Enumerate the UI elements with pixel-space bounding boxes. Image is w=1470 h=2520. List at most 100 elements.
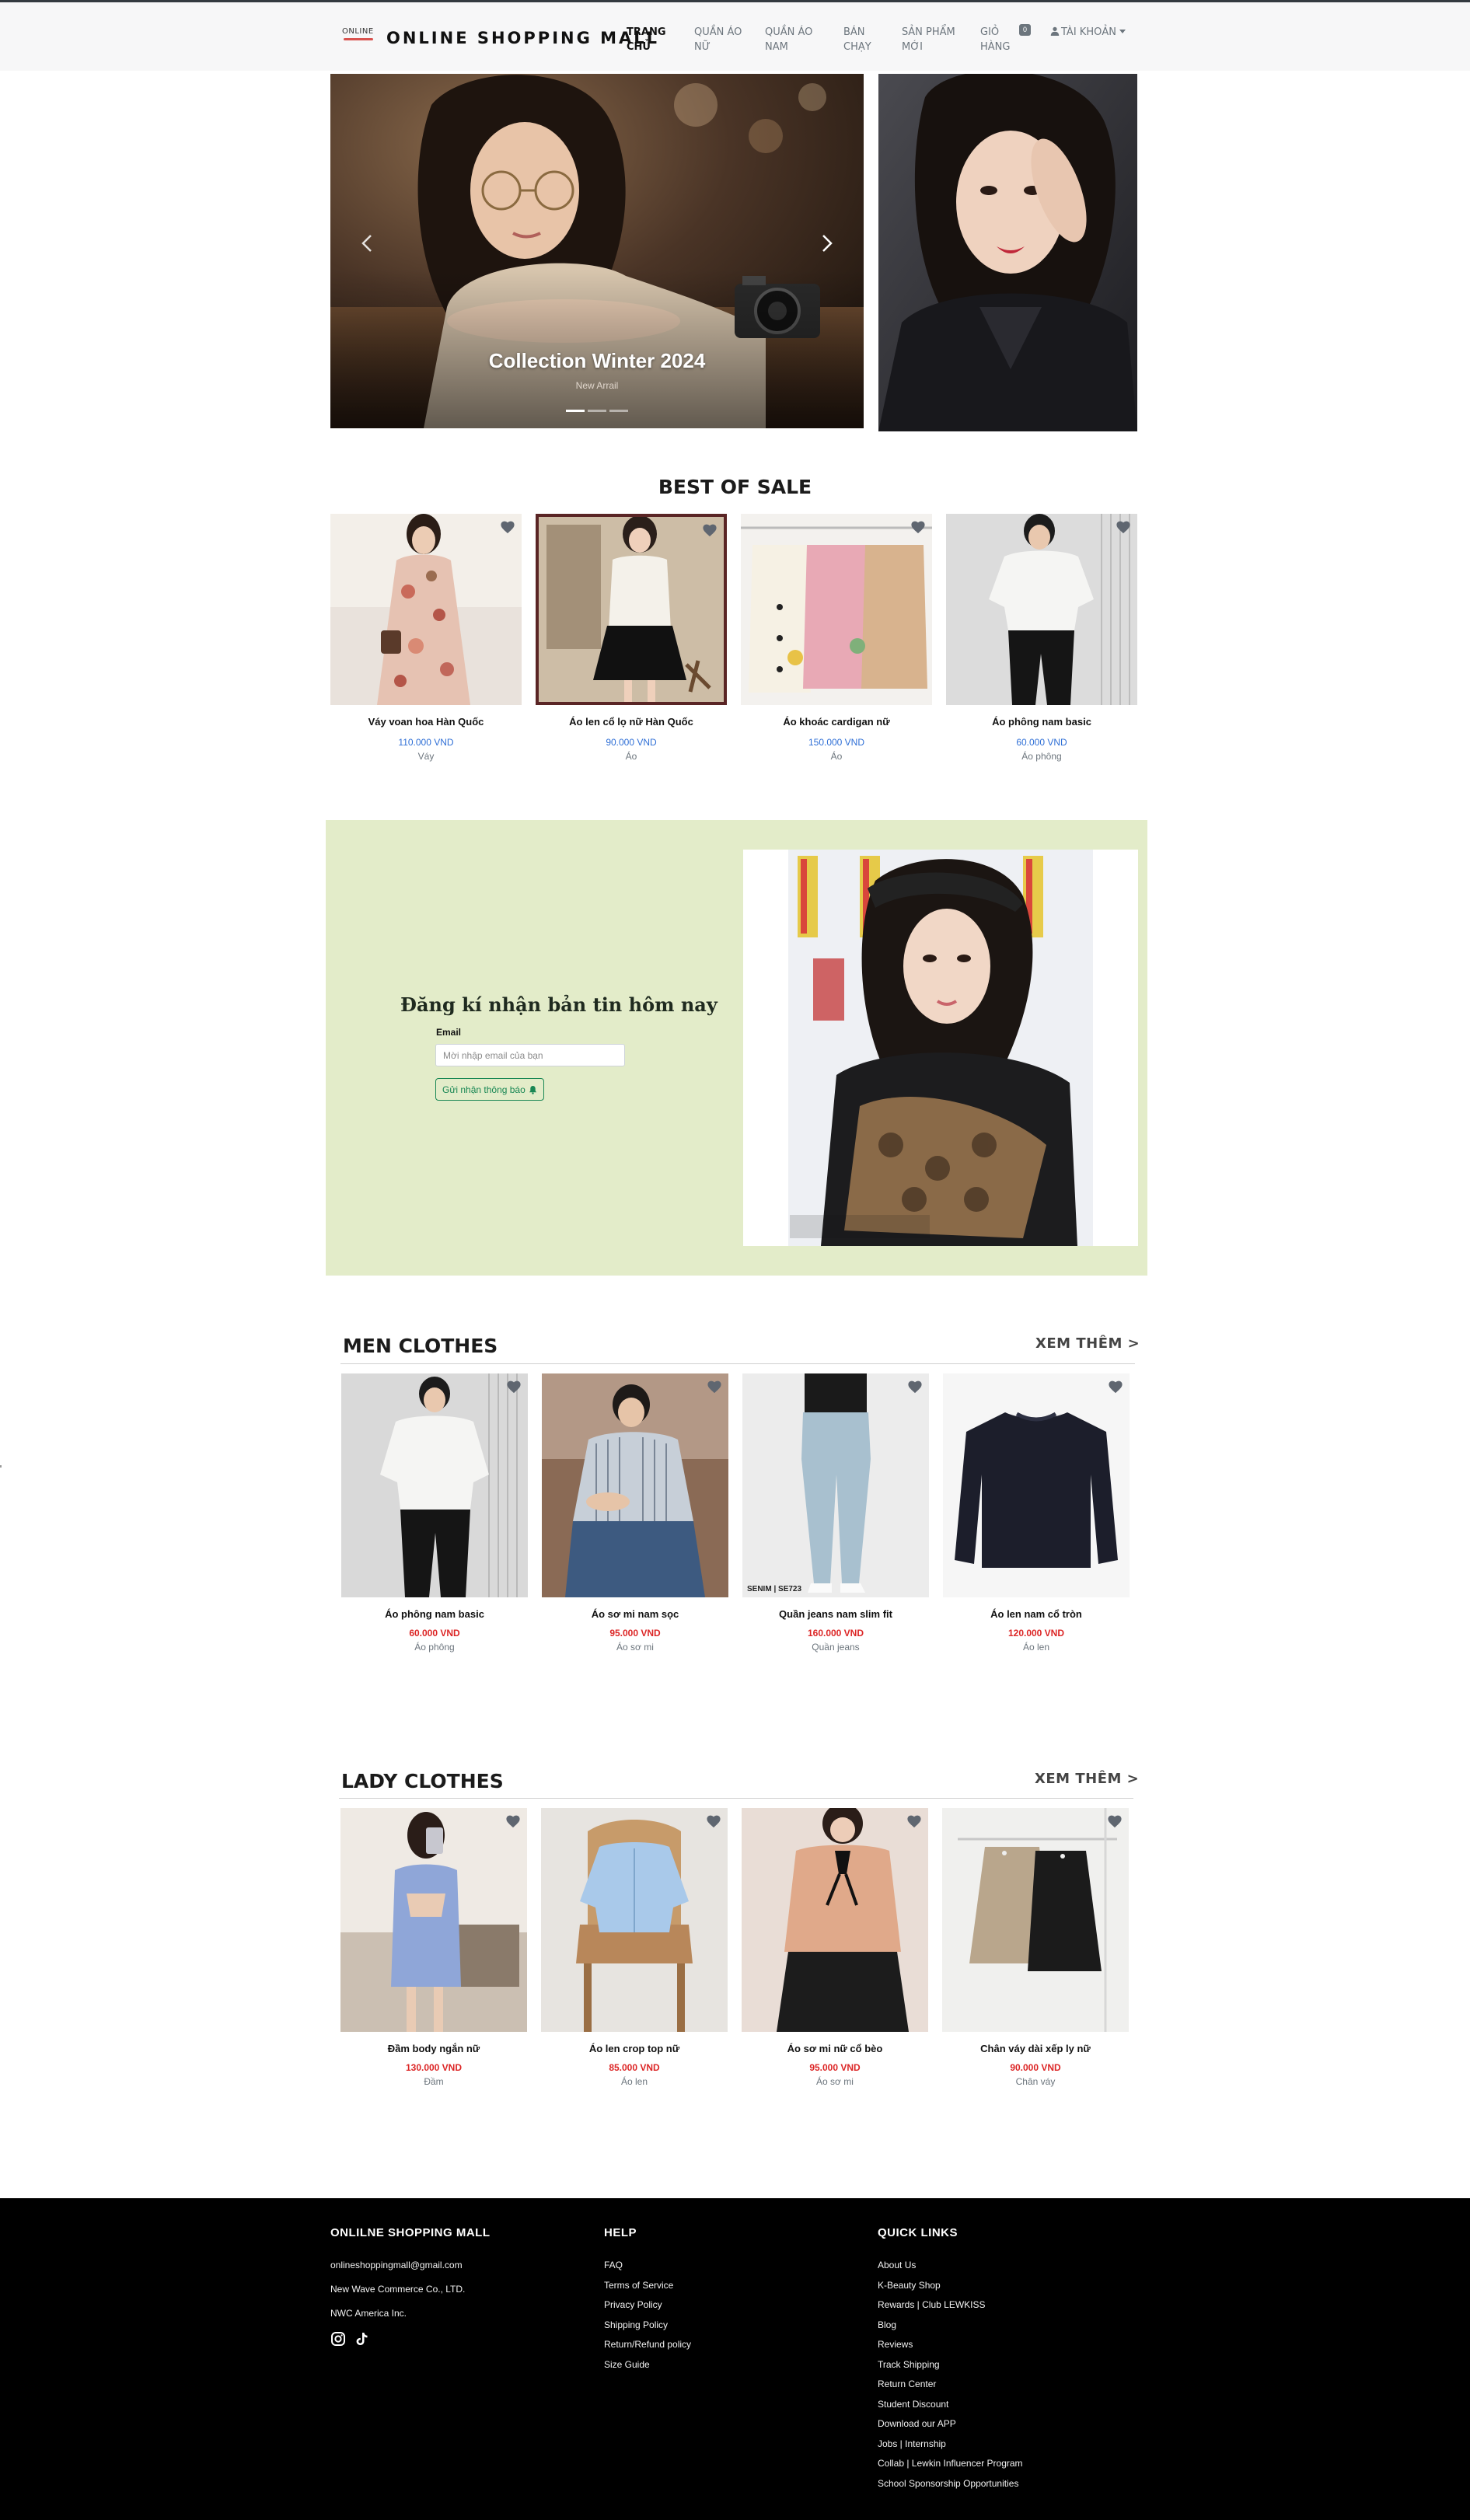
product-image[interactable] [742,1808,928,2032]
product-card[interactable]: Áo phông nam basic 60.000 VND Áo phông [946,514,1137,762]
heart-icon[interactable] [506,1380,522,1394]
footer-quick-link[interactable]: Student Discount [878,2398,1023,2410]
product-card[interactable]: Đầm body ngắn nữ 130.000 VND Đầm [340,1808,527,2087]
product-name[interactable]: Chân váy dài xếp ly nữ [942,2043,1129,2054]
footer-col-company: ONLILNE SHOPPING MALL onlineshoppingmall… [330,2226,491,2347]
product-name[interactable]: Áo phông nam basic [341,1608,528,1620]
carousel-next-button[interactable] [811,228,842,259]
footer-email[interactable]: onlineshoppingmall@gmail.com [330,2259,491,2271]
product-image[interactable]: SENIM | SE723 [742,1373,929,1597]
product-card[interactable]: Áo phông nam basic 60.000 VND Áo phông [341,1373,528,1653]
footer-quick-link[interactable]: Reviews [878,2338,1023,2351]
product-name[interactable]: Áo khoác cardigan nữ [741,716,932,728]
footer-link-return[interactable]: Return/Refund policy [604,2338,691,2351]
carousel-prev-button[interactable] [352,228,383,259]
footer-quick-link[interactable]: School Sponsorship Opportunities [878,2477,1023,2490]
product-image[interactable] [741,514,932,705]
product-name[interactable]: Áo sơ mi nam sọc [542,1608,728,1620]
bell-icon [529,1085,536,1094]
footer-link-shipping[interactable]: Shipping Policy [604,2319,691,2331]
carousel-indicator-1[interactable] [566,410,585,412]
footer-quick-link[interactable]: Collab | Lewkin Influencer Program [878,2457,1023,2469]
footer-quick-link[interactable]: Download our APP [878,2417,1023,2430]
product-category: Chân váy [1015,2076,1056,2087]
footer-quick-link[interactable]: Track Shipping [878,2358,1023,2371]
product-name[interactable]: Quần jeans nam slim fit [742,1608,929,1620]
product-card[interactable]: Áo len crop top nữ 85.000 VND Áo len [541,1808,728,2087]
hero-side-image [878,74,1137,431]
product-card[interactable]: Áo len nam cổ tròn 120.000 VND Áo len [943,1373,1130,1653]
email-field[interactable] [435,1044,625,1066]
product-photo [541,1808,728,2032]
heart-icon[interactable] [500,520,515,534]
carousel-indicator-3[interactable] [609,410,628,412]
footer-link-privacy[interactable]: Privacy Policy [604,2298,691,2311]
nav-link-home[interactable]: TRANG CHỦ [627,25,686,54]
product-image[interactable] [541,1808,728,2032]
footer-quick-link[interactable]: About Us [878,2259,1023,2271]
product-photo [330,514,522,705]
product-image[interactable] [330,514,522,705]
instagram-icon[interactable] [330,2331,346,2347]
product-name[interactable]: Áo phông nam basic [946,716,1137,728]
footer-link-terms[interactable]: Terms of Service [604,2279,691,2291]
product-name[interactable]: Váy voan hoa Hàn Quốc [330,716,522,728]
footer-link-faq[interactable]: FAQ [604,2259,691,2271]
product-name[interactable]: Áo sơ mi nữ cổ bèo [742,2043,928,2054]
tiktok-icon[interactable] [354,2331,369,2347]
nav-link-men[interactable]: QUẦN ÁO NAM [765,25,824,54]
footer-link-size-guide[interactable]: Size Guide [604,2358,691,2371]
account-dropdown[interactable]: TÀI KHOẢN [1050,26,1126,38]
product-image[interactable] [942,1808,1129,2032]
subscribe-button[interactable]: Gửi nhận thông báo [435,1078,544,1101]
product-card[interactable]: Áo sơ mi nữ cổ bèo 95.000 VND Áo sơ mi [742,1808,928,2087]
product-card[interactable]: Áo sơ mi nam sọc 95.000 VND Áo sơ mi [542,1373,728,1653]
heart-icon[interactable] [505,1814,521,1828]
heart-icon[interactable] [907,1380,923,1394]
product-name[interactable]: Áo len crop top nữ [541,2043,728,2054]
product-image[interactable] [341,1373,528,1597]
product-card[interactable]: Áo len cổ lọ nữ Hàn Quốc 90.000 VND Áo [536,514,727,762]
product-name[interactable]: Đầm body ngắn nữ [340,2043,527,2054]
nav-link-best-seller[interactable]: BÁN CHẠY [843,25,882,54]
heart-icon[interactable] [1116,520,1131,534]
product-photo [946,514,1137,705]
footer-quick-link[interactable]: Rewards | Club LEWKISS [878,2298,1023,2311]
heart-icon[interactable] [1107,1814,1123,1828]
hero-carousel[interactable]: Collection Winter 2024 New Arrail [330,74,864,428]
product-image[interactable] [946,514,1137,705]
brand-name[interactable]: ONLINE SHOPPING MALL [386,29,659,47]
user-icon [1050,26,1060,36]
men-see-more-link[interactable]: XEM THÊM > [1035,1335,1140,1352]
heart-icon[interactable] [910,520,926,534]
product-image[interactable] [542,1373,728,1597]
product-card[interactable]: Áo khoác cardigan nữ 150.000 VND Áo [741,514,932,762]
footer-quick-link[interactable]: Blog [878,2319,1023,2331]
carousel-indicator-2[interactable] [588,410,606,412]
product-card[interactable]: Váy voan hoa Hàn Quốc 110.000 VND Váy [330,514,522,762]
hero-side-banner[interactable] [878,74,1137,431]
product-price: 160.000 VND [807,1628,864,1639]
nav-link-cart[interactable]: GIỎ HÀNG [980,25,1018,54]
footer-quick-link[interactable]: Jobs | Internship [878,2438,1023,2450]
footer-quick-link[interactable]: Return Center [878,2378,1023,2390]
nav-link-new-products[interactable]: SẢN PHẨM MỚI [902,25,961,54]
lady-section-divider [339,1798,1133,1799]
footer-quick-link[interactable]: K-Beauty Shop [878,2279,1023,2291]
product-name[interactable]: Áo len cổ lọ nữ Hàn Quốc [536,716,727,728]
heart-icon[interactable] [1108,1380,1123,1394]
product-card[interactable]: SENIM | SE723 Quần jeans nam slim fit 16… [742,1373,929,1653]
heart-icon[interactable] [702,523,718,537]
hero-caption-subtitle: New Arrail [575,380,619,391]
product-card[interactable]: Chân váy dài xếp ly nữ 90.000 VND Chân v… [942,1808,1129,2087]
heart-icon[interactable] [906,1814,922,1828]
brand-logo[interactable]: ONLINE [342,23,375,47]
product-name[interactable]: Áo len nam cổ tròn [943,1608,1130,1620]
product-image[interactable] [536,514,727,705]
product-image[interactable] [943,1373,1130,1597]
heart-icon[interactable] [707,1380,722,1394]
heart-icon[interactable] [706,1814,721,1828]
lady-see-more-link[interactable]: XEM THÊM > [1035,1771,1139,1787]
product-image[interactable] [340,1808,527,2032]
nav-link-women[interactable]: QUẦN ÁO NỮ [694,25,753,54]
